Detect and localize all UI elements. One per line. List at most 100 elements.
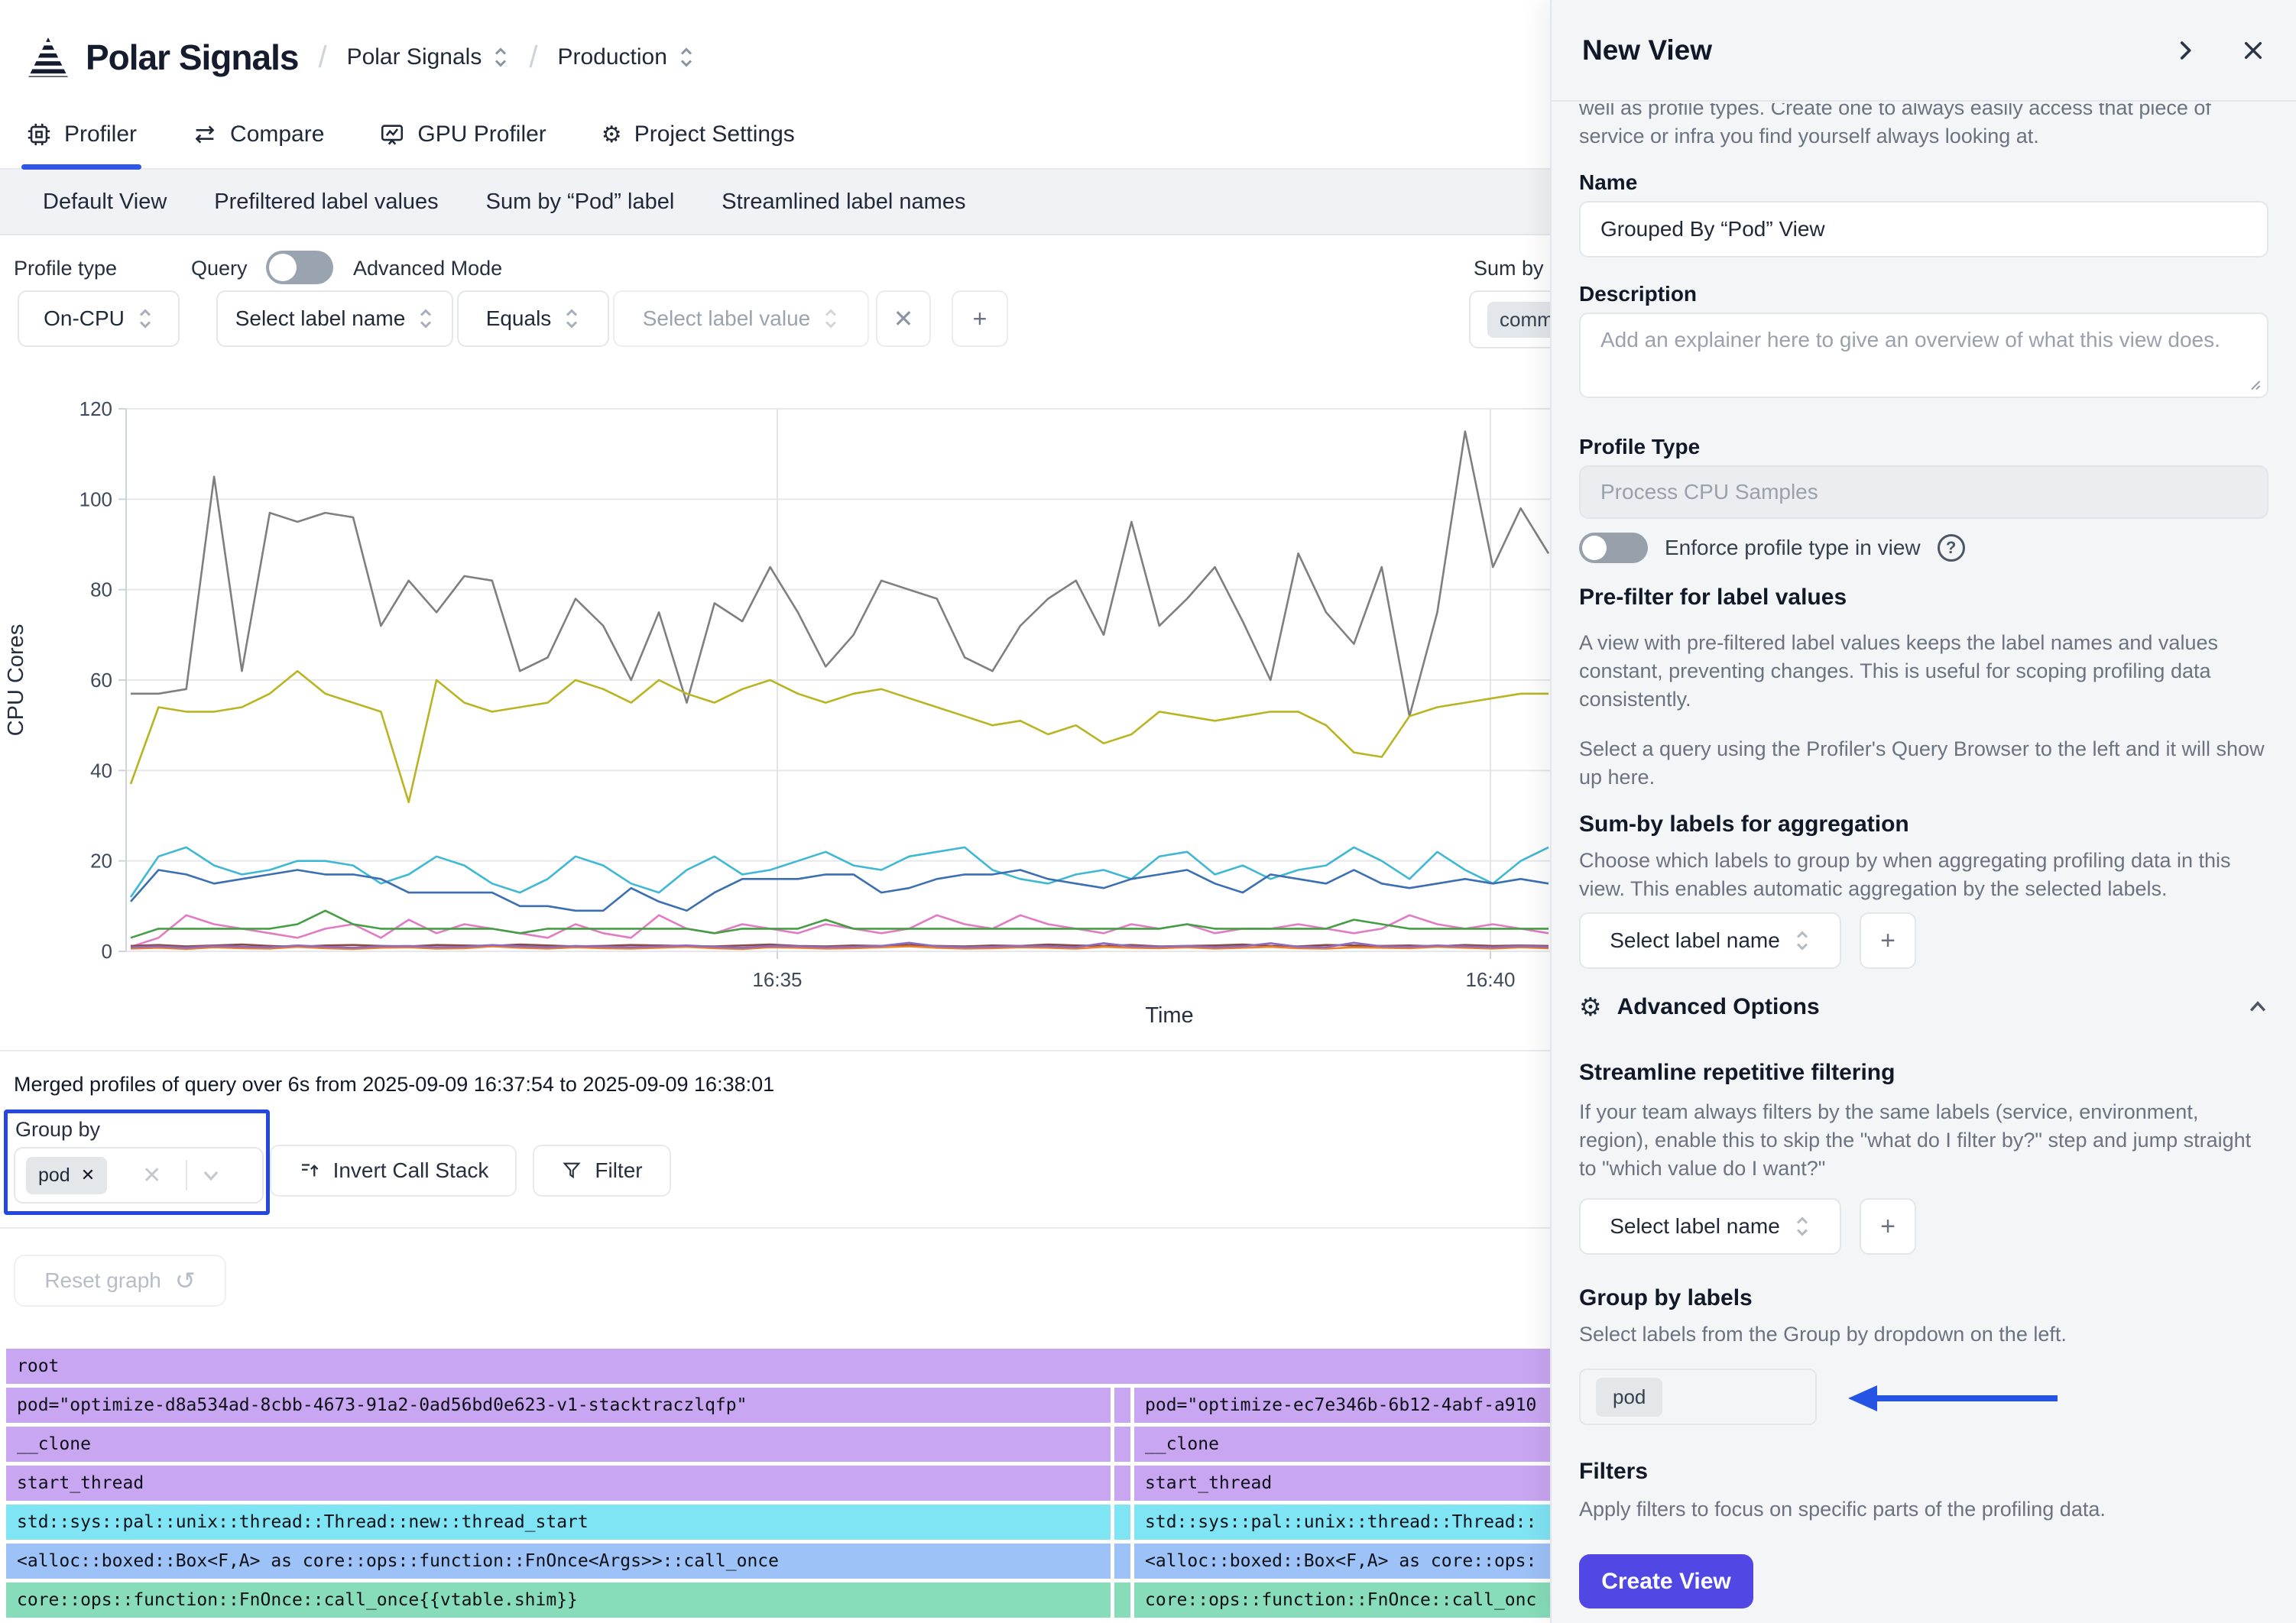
series-blue-line <box>131 870 1549 911</box>
panel-header: New View <box>1552 0 2296 102</box>
operator-select[interactable]: Equals <box>457 290 609 347</box>
flame-frame[interactable]: core::ops::function::FnOnce::call_once{{… <box>6 1583 1111 1618</box>
name-field[interactable]: Grouped By “Pod” View <box>1579 201 2268 258</box>
streamline-add-button[interactable]: + <box>1860 1198 1916 1255</box>
sum-by-select[interactable]: comm <box>1469 290 1550 348</box>
subtab-streamlined-label-names[interactable]: Streamlined label names <box>722 190 965 215</box>
label-name-select[interactable]: Select label name <box>216 290 453 347</box>
flame-frame[interactable]: <alloc::boxed::Box<F,A> as core::ops::fu… <box>6 1544 1111 1579</box>
series-gray-line <box>131 432 1549 717</box>
subtab-prefiltered-label-values[interactable]: Prefiltered label values <box>214 190 438 215</box>
plus-icon: + <box>1880 1212 1895 1242</box>
flame-frame[interactable]: pod="optimize-ec7e346b-6b12-4abf-a910 <box>1134 1388 1550 1423</box>
clear-all-icon[interactable]: ✕ <box>142 1162 161 1189</box>
groupby-pod-chip[interactable]: pod <box>1596 1378 1662 1417</box>
flame-frame[interactable]: core::ops::function::FnOnce::call_onc <box>1134 1583 1550 1618</box>
subtab-sum-by-pod-label[interactable]: Sum by “Pod” label <box>486 190 675 215</box>
sumby-add-button[interactable]: + <box>1860 912 1916 969</box>
flame-frame[interactable]: __clone <box>1134 1427 1550 1462</box>
breadcrumb-org-label: Polar Signals <box>347 44 482 70</box>
chevron-updown-icon <box>417 307 434 330</box>
flame-frame-small[interactable] <box>1114 1466 1130 1501</box>
gear-icon: ⚙ <box>1579 992 1602 1022</box>
divider <box>186 1160 187 1191</box>
sum-by-chip[interactable]: comm <box>1487 302 1550 338</box>
flame-frame-small[interactable] <box>1114 1583 1130 1618</box>
tab-gpu-profiler[interactable]: GPU Profiler <box>379 115 546 168</box>
create-view-button[interactable]: Create View <box>1579 1554 1753 1608</box>
profile-type-label: Profile type <box>14 257 117 280</box>
profile-type-label: Profile Type <box>1579 435 2268 459</box>
invert-call-stack-icon <box>298 1159 321 1182</box>
flame-frame-root[interactable]: root <box>6 1349 1550 1384</box>
advanced-options-toggle-row[interactable]: ⚙ Advanced Options <box>1579 992 2268 1022</box>
svg-text:100: 100 <box>79 488 112 510</box>
prefilter-heading: Pre-filter for label values <box>1579 585 2268 611</box>
flame-frame[interactable]: pod="optimize-d8a534ad-8cbb-4673-91a2-0a… <box>6 1388 1111 1423</box>
flame-frame[interactable]: __clone <box>6 1427 1111 1462</box>
breadcrumb-org[interactable]: Polar Signals <box>347 44 510 70</box>
tab-label: Project Settings <box>634 121 795 147</box>
invert-call-stack-button[interactable]: Invert Call Stack <box>270 1145 517 1197</box>
reset-graph-button[interactable]: Reset graph ↺ <box>14 1255 226 1307</box>
profile-type-select[interactable]: On-CPU <box>18 290 180 347</box>
prefilter-description: A view with pre-filtered label values ke… <box>1579 629 2268 714</box>
subtab-default-view[interactable]: Default View <box>43 190 167 215</box>
streamline-heading: Streamline repetitive filtering <box>1579 1060 2268 1086</box>
flame-frame-small[interactable] <box>1114 1544 1130 1579</box>
select-placeholder: Select label name <box>1610 928 1780 953</box>
tab-profiler[interactable]: Profiler <box>26 115 137 168</box>
breadcrumb-project[interactable]: Production <box>557 44 694 70</box>
groupby-labels-description: Select labels from the Group by dropdown… <box>1579 1320 2268 1349</box>
chip-remove-icon[interactable]: ✕ <box>81 1165 95 1185</box>
flame-row: start_thread start_thread <box>6 1466 1550 1501</box>
chevron-down-icon[interactable] <box>201 1165 221 1185</box>
cpu-usage-chart[interactable]: 02040608010012016:3516:40CPU CoresTime <box>0 382 1550 1039</box>
flame-frame[interactable]: <alloc::boxed::Box<F,A> as core::ops: <box>1134 1544 1550 1579</box>
query-label: Query <box>191 257 248 280</box>
series-olive-line <box>131 671 1549 802</box>
group-by-highlight-box: Group by pod ✕ ✕ <box>4 1110 270 1215</box>
svg-text:20: 20 <box>90 850 112 873</box>
svg-text:16:40: 16:40 <box>1465 968 1515 991</box>
series-cyan-line <box>131 847 1549 897</box>
tab-label: GPU Profiler <box>417 121 546 147</box>
chevron-updown-icon <box>678 46 695 69</box>
flame-frame-small[interactable] <box>1114 1388 1130 1423</box>
enforce-profile-type-toggle[interactable] <box>1579 533 1648 563</box>
chevron-up-icon[interactable] <box>2247 996 2268 1018</box>
sumby-label-select[interactable]: Select label name <box>1579 912 1841 969</box>
group-by-chip-pod[interactable]: pod ✕ <box>26 1157 107 1194</box>
flame-graph: root pod="optimize-d8a534ad-8cbb-4673-91… <box>6 1349 1550 1621</box>
help-icon[interactable]: ? <box>1938 534 1965 562</box>
compare-arrows-icon <box>192 121 218 147</box>
series-green-line <box>131 911 1549 938</box>
label-value-select[interactable]: Select label value <box>613 290 869 347</box>
flame-frame[interactable]: start_thread <box>6 1466 1111 1501</box>
description-field[interactable]: Add an explainer here to give an overvie… <box>1579 313 2268 398</box>
resize-handle-icon[interactable] <box>2247 377 2261 390</box>
tab-compare[interactable]: Compare <box>192 115 324 168</box>
tab-project-settings[interactable]: ⚙ Project Settings <box>602 115 795 168</box>
flame-frame[interactable]: start_thread <box>1134 1466 1550 1501</box>
merged-profiles-text: Merged profiles of query over 6s from 20… <box>14 1073 774 1097</box>
flame-frame-small[interactable] <box>1114 1427 1130 1462</box>
sumby-select-row: Select label name + <box>1579 912 2268 969</box>
remove-condition-button[interactable]: ✕ <box>876 290 931 347</box>
streamline-label-select[interactable]: Select label name <box>1579 1198 1841 1255</box>
filter-button[interactable]: Filter <box>533 1145 671 1197</box>
description-placeholder: Add an explainer here to give an overvie… <box>1600 328 2220 351</box>
flame-frame[interactable]: std::sys::pal::unix::thread::Thread:: <box>1134 1505 1550 1540</box>
description-label: Description <box>1579 282 2268 306</box>
add-condition-button[interactable]: + <box>952 290 1008 347</box>
app-root: Polar Signals / Polar Signals / Producti… <box>0 0 2296 1623</box>
advanced-mode-toggle[interactable] <box>266 251 333 284</box>
brand[interactable]: Polar Signals <box>24 34 298 81</box>
flame-frame-small[interactable] <box>1114 1505 1130 1540</box>
flame-frame[interactable]: std::sys::pal::unix::thread::Thread::new… <box>6 1505 1111 1540</box>
svg-text:60: 60 <box>90 669 112 692</box>
filters-description: Apply filters to focus on specific parts… <box>1579 1495 2268 1524</box>
collapse-panel-chevron-right-icon[interactable] <box>2172 37 2198 63</box>
group-by-select[interactable]: pod ✕ ✕ <box>14 1147 264 1203</box>
close-panel-icon[interactable] <box>2241 38 2265 63</box>
